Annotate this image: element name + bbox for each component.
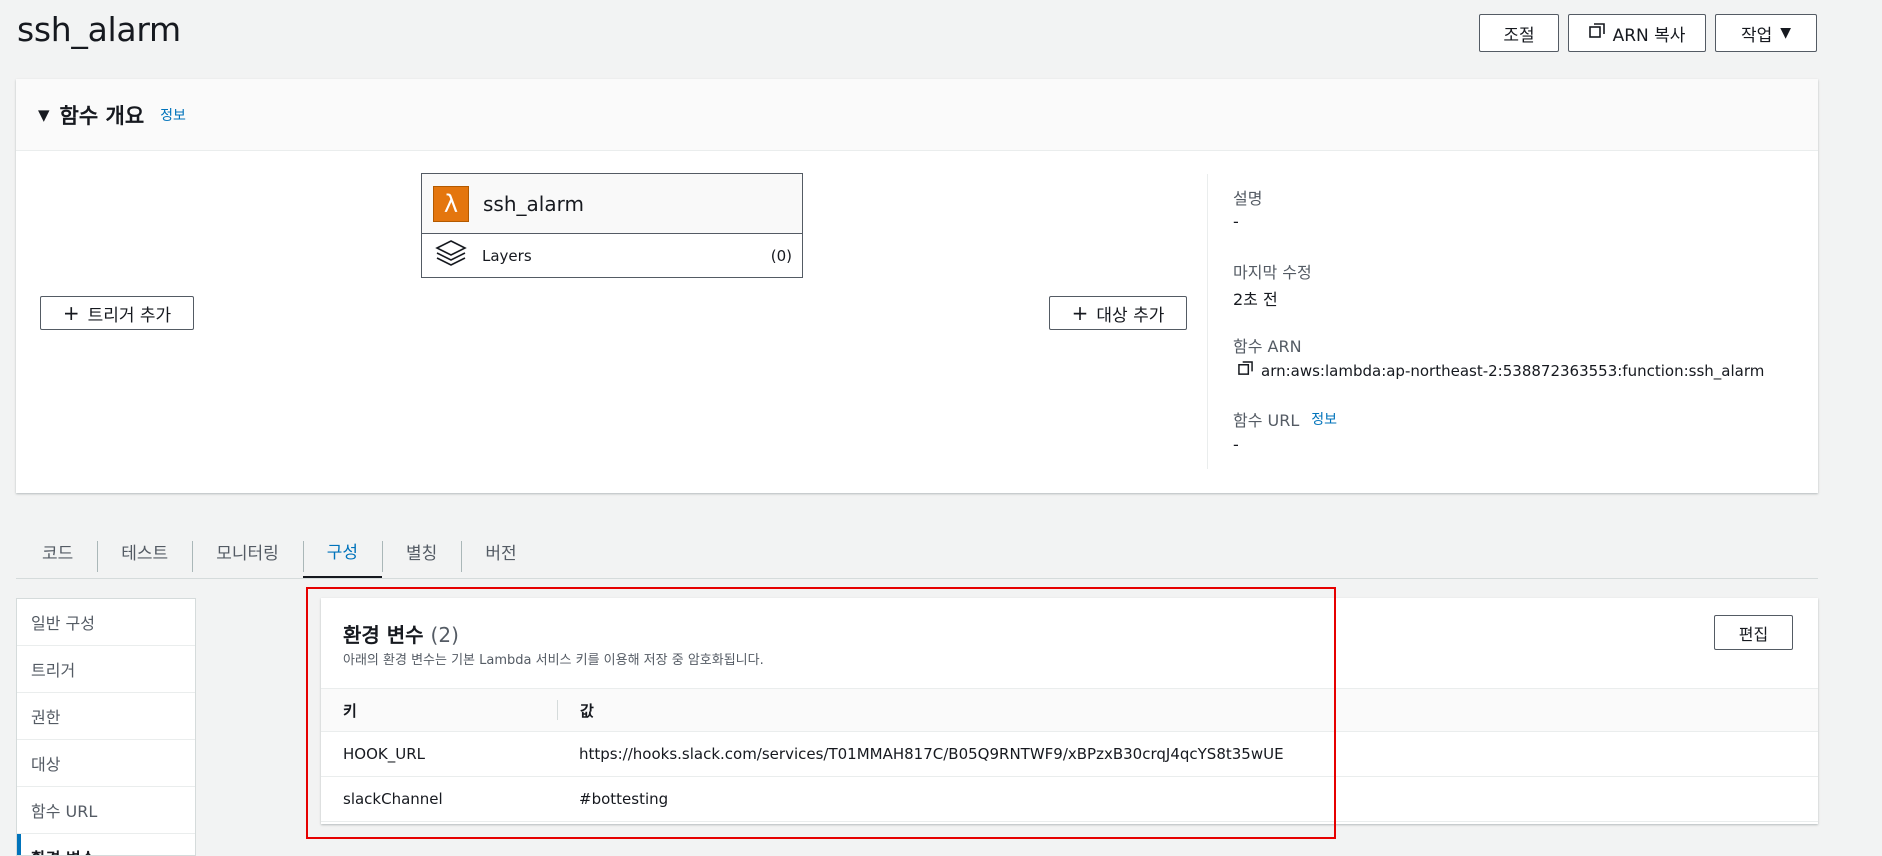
function-arn-row: arn:aws:lambda:ap-northeast-2:5388723635… <box>1238 361 1764 380</box>
layers-label: Layers <box>482 247 532 265</box>
env-key: slackChannel <box>343 790 443 808</box>
function-name: ssh_alarm <box>483 191 584 216</box>
column-header-value: 값 <box>557 700 594 720</box>
tab-versions[interactable]: 버전 <box>461 524 540 579</box>
function-tabs: 코드 테스트 모니터링 구성 별칭 버전 <box>18 524 541 579</box>
throttle-label: 조절 <box>1503 25 1535 46</box>
function-node[interactable]: λ ssh_alarm <box>422 174 802 234</box>
sidenav-item-triggers[interactable]: 트리거 <box>17 646 195 693</box>
tab-configuration[interactable]: 구성 <box>302 524 383 579</box>
env-table: 키 값 HOOK_URL https://hooks.slack.com/ser… <box>321 688 1818 822</box>
edit-button[interactable]: 편집 <box>1714 615 1793 650</box>
env-count: (2) <box>430 623 459 647</box>
page-title: ssh_alarm <box>17 10 181 49</box>
function-arn-value: arn:aws:lambda:ap-northeast-2:5388723635… <box>1261 361 1765 380</box>
overview-info-link[interactable]: 정보 <box>160 105 186 125</box>
env-title-row: 환경 변수 (2) <box>343 619 459 648</box>
description-value: - <box>1233 212 1239 231</box>
column-header-key: 키 <box>343 701 357 720</box>
configuration-sidenav: 일반 구성 트리거 권한 대상 함수 URL 환경 변수 <box>16 598 196 856</box>
layers-count: (0) <box>770 247 792 265</box>
description-label: 설명 <box>1233 189 1263 208</box>
function-url-info-link[interactable]: 정보 <box>1311 409 1337 429</box>
add-trigger-label: 트리거 추가 <box>87 305 172 326</box>
sidenav-item-general[interactable]: 일반 구성 <box>17 599 195 646</box>
layers-node[interactable]: Layers (0) <box>422 234 802 278</box>
last-modified-value: 2초 전 <box>1233 290 1278 309</box>
table-row: slackChannel #bottesting <box>321 777 1818 822</box>
sidenav-item-function-url[interactable]: 함수 URL <box>17 787 195 834</box>
function-overview-panel: ▼ 함수 개요 정보 λ ssh_alarm Layers (0) + 트리거 … <box>16 79 1818 493</box>
function-arn-label: 함수 ARN <box>1233 337 1302 356</box>
env-description: 아래의 환경 변수는 기본 Lambda 서비스 키를 이용해 저장 중 암호화… <box>343 653 764 668</box>
env-value: #bottesting <box>579 790 669 808</box>
copy-icon[interactable] <box>1238 361 1253 380</box>
lambda-icon: λ <box>433 185 469 222</box>
tab-monitoring[interactable]: 모니터링 <box>192 524 303 579</box>
add-destination-button[interactable]: + 대상 추가 <box>1049 296 1187 330</box>
environment-variables-panel: 환경 변수 (2) 아래의 환경 변수는 기본 Lambda 서비스 키를 이용… <box>321 598 1818 824</box>
sidenav-item-destinations[interactable]: 대상 <box>17 740 195 787</box>
tab-aliases[interactable]: 별칭 <box>382 524 461 579</box>
function-url-label: 함수 URL <box>1233 411 1300 430</box>
function-diagram: λ ssh_alarm Layers (0) <box>421 173 803 278</box>
actions-label: 작업 <box>1740 25 1773 46</box>
env-key: HOOK_URL <box>343 745 425 763</box>
add-trigger-button[interactable]: + 트리거 추가 <box>40 296 194 330</box>
copy-icon <box>1588 22 1605 44</box>
function-url-label-row: 함수 URL 정보 <box>1233 407 1337 431</box>
function-url-value: - <box>1233 435 1239 454</box>
overview-divider <box>1207 174 1208 469</box>
overview-header[interactable]: ▼ 함수 개요 정보 <box>16 79 1818 151</box>
env-title: 환경 변수 <box>343 623 424 647</box>
add-destination-label: 대상 추가 <box>1096 305 1165 326</box>
table-row: HOOK_URL https://hooks.slack.com/service… <box>321 732 1818 777</box>
plus-icon: + <box>1071 301 1089 325</box>
tabs-divider <box>16 578 1818 579</box>
copy-arn-label: ARN 복사 <box>1612 25 1686 46</box>
last-modified-label: 마지막 수정 <box>1233 263 1312 282</box>
copy-arn-button[interactable]: ARN 복사 <box>1568 14 1706 52</box>
env-table-header: 키 값 <box>321 688 1818 732</box>
layers-icon <box>434 239 468 273</box>
sidenav-item-permissions[interactable]: 권한 <box>17 693 195 740</box>
overview-title: 함수 개요 <box>59 103 145 128</box>
actions-dropdown[interactable]: 작업 ▼ <box>1715 14 1817 52</box>
plus-icon: + <box>62 301 80 325</box>
sidenav-item-environment-variables[interactable]: 환경 변수 <box>17 834 195 855</box>
env-value: https://hooks.slack.com/services/T01MMAH… <box>579 745 1284 763</box>
caret-down-icon[interactable]: ▼ <box>38 106 50 124</box>
caret-down-icon: ▼ <box>1780 25 1792 41</box>
tab-code[interactable]: 코드 <box>18 524 97 579</box>
throttle-button[interactable]: 조절 <box>1479 14 1559 52</box>
tab-test[interactable]: 테스트 <box>97 524 192 579</box>
